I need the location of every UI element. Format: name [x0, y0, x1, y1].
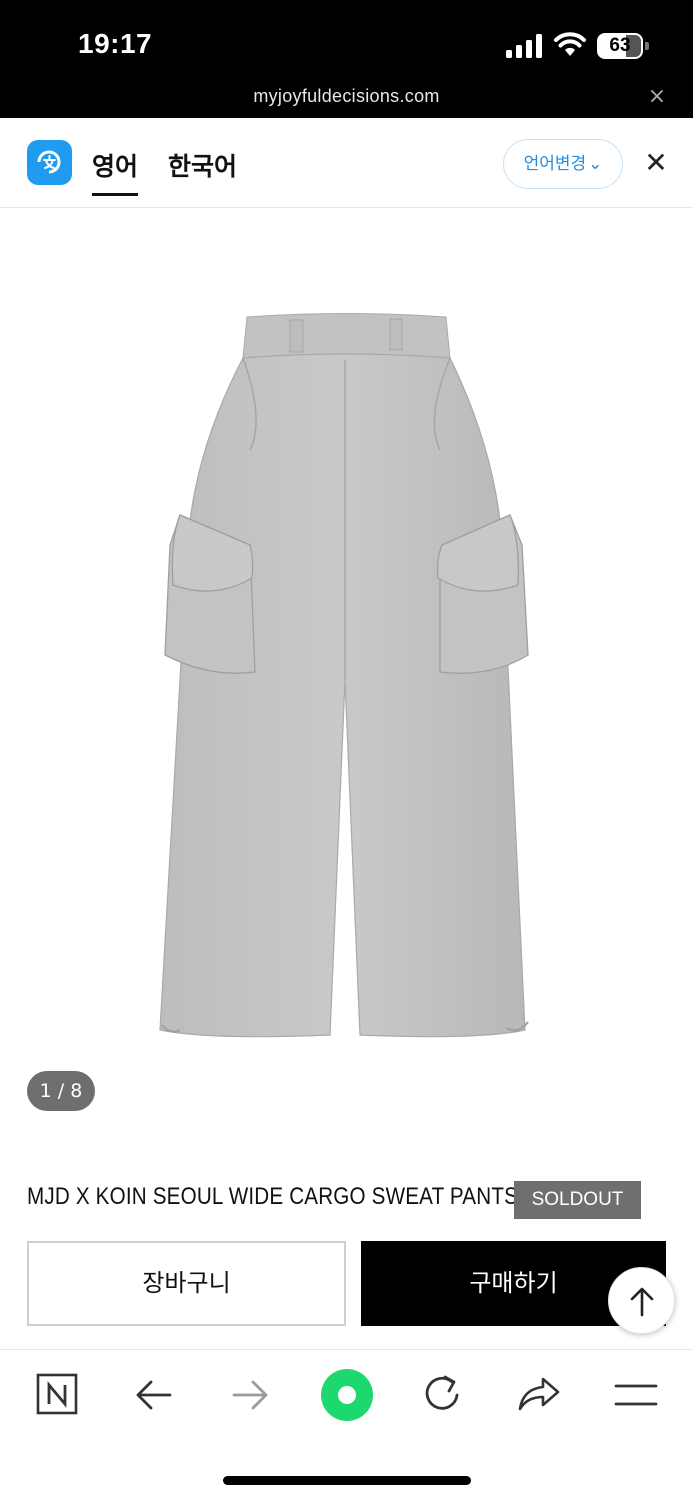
url-close-icon[interactable]: ×: [646, 86, 668, 108]
menu-icon[interactable]: [614, 1369, 674, 1425]
battery-indicator: 63: [597, 33, 649, 59]
reload-icon[interactable]: [421, 1369, 481, 1425]
translate-logo-icon: [27, 140, 72, 185]
back-arrow-icon[interactable]: [134, 1369, 194, 1425]
battery-percent: 63: [609, 35, 631, 56]
status-bar: 19:17 63 myjoyfuldecisions.com ×: [0, 0, 693, 118]
soldout-badge: SOLDOUT: [514, 1181, 641, 1219]
browser-url[interactable]: myjoyfuldecisions.com: [0, 86, 693, 107]
change-language-label: 언어변경: [523, 154, 587, 174]
add-to-cart-button[interactable]: 장바구니: [27, 1241, 346, 1326]
change-language-button[interactable]: 언어변경 ⌄: [503, 139, 623, 189]
chevron-down-icon: ⌄: [588, 154, 603, 174]
cellular-signal-icon: [506, 34, 542, 58]
green-dot-icon[interactable]: [320, 1369, 380, 1425]
home-indicator: [223, 1476, 471, 1485]
product-title: MJD X KOIN SEOUL WIDE CARGO SWEAT PANTS: [27, 1183, 519, 1210]
tab-korean[interactable]: 한국어: [168, 147, 237, 183]
naver-n-icon[interactable]: [36, 1369, 96, 1425]
purchase-action-bar: 장바구니 구매하기: [0, 1222, 693, 1350]
translate-bar: 영어 한국어 언어변경 ⌄ ✕: [0, 119, 693, 208]
translate-close-icon[interactable]: ✕: [643, 149, 669, 177]
scroll-to-top-button[interactable]: [608, 1267, 675, 1334]
wifi-icon: [554, 32, 586, 56]
image-counter: 1 / 8: [27, 1071, 95, 1111]
arrow-up-icon: [630, 1287, 654, 1317]
status-time: 19:17: [78, 28, 153, 59]
tab-english[interactable]: 영어: [92, 147, 139, 196]
product-image[interactable]: [140, 300, 550, 1050]
forward-arrow-icon[interactable]: [230, 1369, 290, 1425]
share-icon[interactable]: [517, 1369, 577, 1425]
